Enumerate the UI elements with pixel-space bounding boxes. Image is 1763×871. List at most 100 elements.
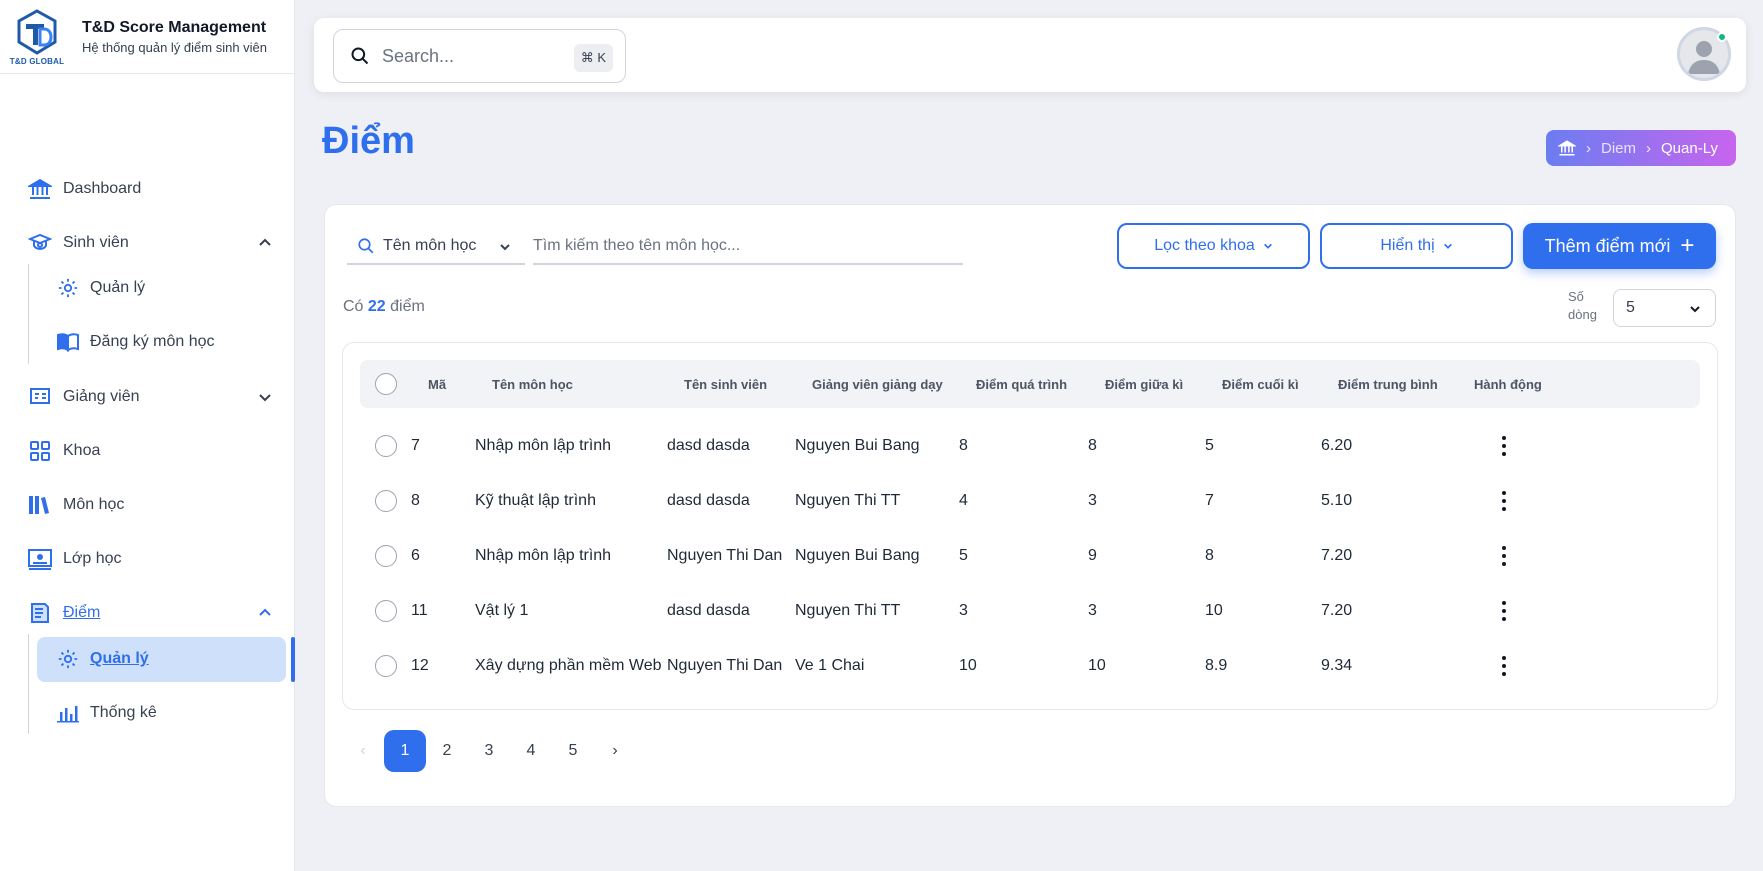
app-subtitle: Hệ thống quản lý điểm sinh viên [82, 39, 268, 55]
sidebar-item-diem-quan-ly[interactable]: Quản lý [56, 644, 149, 674]
column-header[interactable]: Tên sinh viên [684, 377, 767, 392]
kebab-icon[interactable] [1499, 654, 1509, 678]
grid-icon [27, 438, 53, 464]
sidebar-item-label: Thống kê [90, 704, 157, 721]
app-title: T&D Score Management [82, 18, 267, 36]
cell-lecturer: Nguyen Bui Bang [795, 547, 920, 564]
chevron-up-icon[interactable] [257, 605, 273, 621]
page-button[interactable]: 3 [468, 730, 510, 772]
table-row[interactable]: 12 Xây dựng phần mềm Web Nguyen Thi Dan Ve … [343, 639, 1719, 694]
table-row[interactable]: 11 Vật lý 1 dasd dasda Nguyen Thi TT 3 3 10 7.2… [343, 584, 1719, 639]
column-header[interactable]: Giảng viên giảng dạy [812, 377, 943, 392]
column-header[interactable]: Điểm trung bình [1338, 377, 1438, 392]
chevron-down-icon [1690, 306, 1700, 313]
search-field-select[interactable]: Tên môn học [347, 229, 525, 265]
cell-id: 12 [411, 657, 429, 674]
sidebar-item-sinh-vien-quan-ly[interactable]: Quản lý [56, 273, 145, 303]
chevron-down-icon[interactable] [257, 389, 273, 405]
column-header[interactable]: Điểm quá trình [976, 377, 1067, 392]
sidebar-item-thong-ke[interactable]: Thống kê [56, 698, 157, 728]
result-count: Có 22 điểm [343, 298, 425, 316]
breadcrumb-item[interactable]: Diem [1601, 140, 1636, 157]
sidebar-item-label: Quản lý [90, 650, 149, 667]
next-page-button[interactable]: › [594, 730, 636, 772]
row-checkbox[interactable] [375, 435, 397, 457]
page-button[interactable]: 2 [426, 730, 468, 772]
filter-faculty-button[interactable]: Lọc theo khoa [1117, 223, 1310, 269]
cell-lecturer: Nguyen Bui Bang [795, 437, 920, 454]
row-checkbox[interactable] [375, 600, 397, 622]
gear-icon [56, 647, 80, 671]
sidebar-item-diem[interactable]: Điểm [27, 598, 271, 628]
kebab-icon[interactable] [1499, 489, 1509, 513]
search-field-label: Tên môn học [383, 237, 477, 254]
rows-per-page-select[interactable]: 5 [1613, 289, 1716, 327]
count-value: 22 [367, 298, 386, 315]
cell-midterm-score: 10 [1088, 657, 1106, 674]
page-button[interactable]: 5 [552, 730, 594, 772]
cell-final-score: 10 [1205, 602, 1223, 619]
chevron-up-icon[interactable] [257, 235, 273, 251]
cell-student: dasd dasda [667, 492, 750, 509]
kebab-icon[interactable] [1499, 599, 1509, 623]
cell-average-score: 7.20 [1321, 602, 1353, 619]
add-score-button[interactable]: Thêm điểm mới + [1523, 223, 1716, 269]
cell-id: 8 [411, 492, 420, 509]
cell-process-score: 5 [959, 547, 968, 564]
brand[interactable]: T&D GLOBAL T&D Score Management Hệ thống… [0, 0, 294, 74]
bank-icon [27, 176, 53, 202]
cell-student: dasd dasda [667, 437, 750, 454]
page-button[interactable]: 1 [384, 730, 426, 772]
chevron-down-icon [1443, 243, 1452, 249]
cell-average-score: 7.20 [1321, 547, 1353, 564]
row-checkbox[interactable] [375, 545, 397, 567]
kebab-icon[interactable] [1499, 544, 1509, 568]
sidebar-item-khoa[interactable]: Khoa [27, 436, 100, 466]
open-book-icon [56, 330, 80, 354]
sidebar-item-label: Giảng viên [63, 388, 140, 405]
sidebar-item-label: Dashboard [63, 180, 142, 197]
scores-table: Mã Tên môn học Tên sinh viên Giảng viên … [342, 342, 1718, 710]
prev-page-button[interactable]: ‹ [342, 730, 384, 772]
chevron-right-icon: › [1646, 139, 1652, 157]
cell-subject: Vật lý 1 [475, 602, 529, 619]
page-button[interactable]: 4 [510, 730, 552, 772]
column-header[interactable]: Tên môn học [492, 377, 573, 392]
cell-final-score: 8 [1205, 547, 1214, 564]
home-bank-icon[interactable] [1558, 139, 1576, 157]
table-row[interactable]: 8 Kỹ thuật lập trình dasd dasda Nguyen Thi … [343, 474, 1719, 529]
logo-text: T&D GLOBAL [9, 56, 65, 66]
row-checkbox[interactable] [375, 655, 397, 677]
cell-final-score: 8.9 [1205, 657, 1228, 674]
sidebar-item-dashboard[interactable]: Dashboard [27, 174, 141, 204]
sidebar-item-sinh-vien[interactable]: Sinh viên [27, 228, 271, 258]
sidebar-item-label: Quản lý [90, 279, 146, 296]
sidebar-item-giang-vien[interactable]: Giảng viên [27, 382, 271, 412]
notebook-icon [27, 600, 53, 626]
sidebar-item-label: Sinh viên [63, 234, 129, 251]
subject-search-input[interactable]: Tìm kiếm theo tên môn học... [533, 229, 963, 265]
kebab-icon[interactable] [1499, 434, 1509, 458]
table-row[interactable]: 6 Nhập môn lập trình Nguyen Thi Dan Nguyen … [343, 529, 1719, 584]
cell-id: 7 [411, 437, 420, 454]
cell-process-score: 10 [959, 657, 977, 674]
cell-lecturer: Ve 1 Chai [795, 657, 865, 674]
sidebar-item-mon-hoc[interactable]: Môn học [27, 490, 124, 520]
breadcrumb-current: Quan-Ly [1661, 139, 1718, 157]
sidebar-item-dang-ky-mon-hoc[interactable]: Đăng ký môn học [56, 327, 215, 357]
row-checkbox[interactable] [375, 490, 397, 512]
global-search[interactable]: Search... ⌘ K [333, 29, 626, 83]
column-header[interactable]: Mã [428, 377, 446, 392]
table-row[interactable]: 7 Nhập môn lập trình dasd dasda Nguyen Bui … [343, 419, 1719, 474]
display-options-button[interactable]: Hiển thị [1320, 223, 1513, 269]
count-prefix: Có [343, 298, 364, 315]
brand-logo: T&D GLOBAL [6, 6, 68, 68]
select-all-checkbox[interactable] [375, 373, 397, 395]
search-input[interactable]: Search... [382, 46, 454, 67]
rows-label-line1: Số [1568, 289, 1584, 304]
tree-line [28, 264, 29, 364]
cell-average-score: 9.34 [1321, 657, 1353, 674]
column-header[interactable]: Điểm cuối kì [1222, 377, 1299, 392]
column-header[interactable]: Điểm giữa kì [1105, 377, 1183, 392]
sidebar-item-lop-hoc[interactable]: Lớp học [27, 544, 122, 574]
